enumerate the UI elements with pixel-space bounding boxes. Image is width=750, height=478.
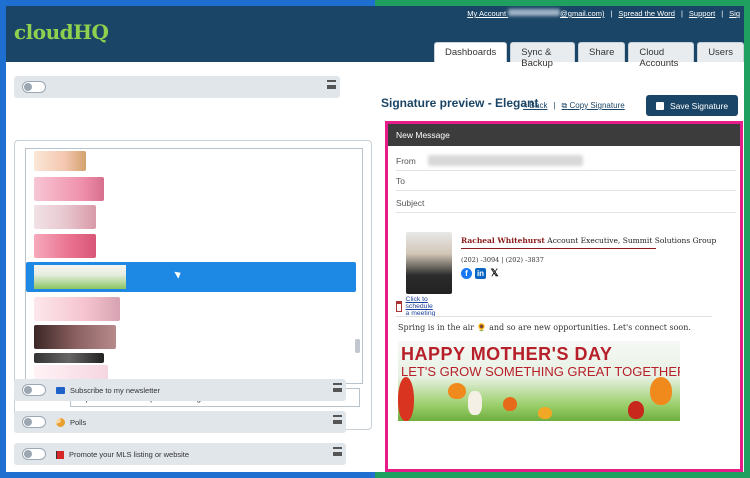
schedule-meeting-link[interactable]: Click to schedule a meeting: [396, 296, 438, 317]
newsletter-panel[interactable]: Subscribe to my newsletter: [14, 379, 346, 401]
tulip-icon: [448, 383, 466, 399]
facebook-icon[interactable]: f: [461, 268, 472, 279]
copy-signature-link[interactable]: ⧉ Copy Signature: [562, 101, 625, 111]
calendar-icon: [396, 301, 402, 312]
tab-share[interactable]: Share: [578, 42, 626, 62]
back-link[interactable]: « Back: [523, 101, 547, 111]
flag-icon: [56, 450, 64, 459]
dropdown-scrollbar[interactable]: [355, 339, 360, 353]
tab-dashboards[interactable]: Dashboards: [434, 42, 508, 62]
sign-out-link[interactable]: Sig: [729, 9, 740, 18]
mouse-cursor-icon: [174, 269, 183, 279]
banner-dropdown-list[interactable]: [25, 148, 363, 384]
list-item[interactable]: [34, 297, 120, 321]
new-message-header: New Message: [388, 124, 740, 146]
message-text: Spring is in the air 🌻 and so are new op…: [398, 323, 691, 332]
drag-handle-icon[interactable]: [333, 383, 342, 392]
polls-label: Polls: [56, 418, 86, 427]
signature-name-line: Racheal Whitehurst Account Executive, Su…: [461, 236, 717, 245]
tab-sync-backup[interactable]: Sync & Backup: [510, 42, 575, 69]
list-item[interactable]: [34, 177, 104, 201]
tab-cloud-accounts[interactable]: Cloud Accounts: [628, 42, 695, 69]
tulip-icon: [398, 377, 414, 421]
tulip-icon: [628, 401, 644, 419]
tulip-icon: [538, 407, 552, 419]
settings-column: Link URL: Subscribe to my newsletter Pol…: [10, 68, 372, 472]
preview-actions: « Back | ⧉ Copy Signature: [523, 101, 625, 111]
bee-icon: [468, 391, 482, 415]
to-label[interactable]: To: [396, 176, 405, 186]
polls-toggle[interactable]: [22, 416, 46, 428]
main-tabs: Dashboards Sync & Backup Share Cloud Acc…: [434, 42, 744, 69]
redacted-email: [508, 9, 561, 16]
field-divider: [396, 170, 736, 171]
tab-users[interactable]: Users: [697, 42, 744, 62]
envelope-icon: [56, 387, 65, 394]
account-links: My Account @gmail.com) | Spread the Word…: [467, 9, 740, 18]
from-label: From: [396, 156, 416, 166]
email-preview-box: New Message From To Subject Racheal Whit…: [385, 121, 743, 472]
floppy-disk-icon: [655, 101, 664, 110]
list-item[interactable]: [34, 353, 104, 363]
tulip-icon: [650, 377, 672, 405]
redacted-from-address: [428, 155, 583, 166]
my-account-link[interactable]: My Account @gmail.com): [467, 9, 604, 18]
signature-divider: [461, 248, 656, 249]
app-frame: cloudHQ My Account @gmail.com) | Spread …: [6, 6, 744, 472]
preview-column: Signature preview - Elegant « Back | ⧉ C…: [381, 68, 744, 472]
signature-phone: (202) -3094 | (202) -3837: [461, 256, 544, 264]
x-twitter-icon[interactable]: 𝕏: [489, 268, 500, 279]
profile-photo: [406, 232, 452, 294]
tulip-icon: [503, 397, 517, 411]
drag-handle-icon[interactable]: [333, 447, 342, 456]
drag-handle-icon[interactable]: [327, 80, 336, 89]
polls-panel[interactable]: Polls: [14, 411, 346, 433]
save-signature-button[interactable]: Save Signature: [646, 95, 738, 116]
mls-panel[interactable]: Promote your MLS listing or website: [14, 443, 346, 465]
subject-label[interactable]: Subject: [396, 198, 424, 208]
mls-label: Promote your MLS listing or website: [56, 450, 189, 459]
top-bar: cloudHQ My Account @gmail.com) | Spread …: [6, 6, 744, 69]
banner-panel-header[interactable]: [14, 76, 340, 98]
newsletter-toggle[interactable]: [22, 384, 46, 396]
signature-separator: [396, 316, 712, 317]
mls-toggle[interactable]: [22, 448, 46, 460]
signature-preview-title: Signature preview - Elegant: [381, 96, 539, 110]
social-icons: f in 𝕏: [461, 268, 500, 279]
banner-subtitle: LET'S GROW SOMETHING GREAT TOGETHER: [401, 364, 680, 379]
cloudhq-logo[interactable]: cloudHQ: [14, 20, 109, 44]
pie-chart-icon: [56, 418, 65, 427]
list-item[interactable]: [34, 151, 86, 171]
banner-toggle[interactable]: [22, 81, 46, 93]
drag-handle-icon[interactable]: [333, 415, 342, 424]
copy-icon: ⧉: [561, 101, 568, 110]
newsletter-label: Subscribe to my newsletter: [56, 386, 160, 395]
linkedin-icon[interactable]: in: [475, 268, 486, 279]
list-item[interactable]: [34, 234, 96, 258]
field-divider: [396, 190, 736, 191]
list-item[interactable]: [34, 325, 116, 349]
list-item[interactable]: [34, 205, 96, 229]
spread-the-word-link[interactable]: Spread the Word: [618, 9, 675, 18]
banner-title: HAPPY MOTHER'S DAY: [401, 344, 613, 364]
list-item-selected[interactable]: [26, 262, 356, 292]
support-link[interactable]: Support: [689, 9, 715, 18]
mothers-day-banner[interactable]: HAPPY MOTHER'S DAY LET'S GROW SOMETHING …: [398, 341, 680, 421]
field-divider: [396, 212, 736, 213]
selected-banner-thumbnail: [34, 265, 126, 289]
